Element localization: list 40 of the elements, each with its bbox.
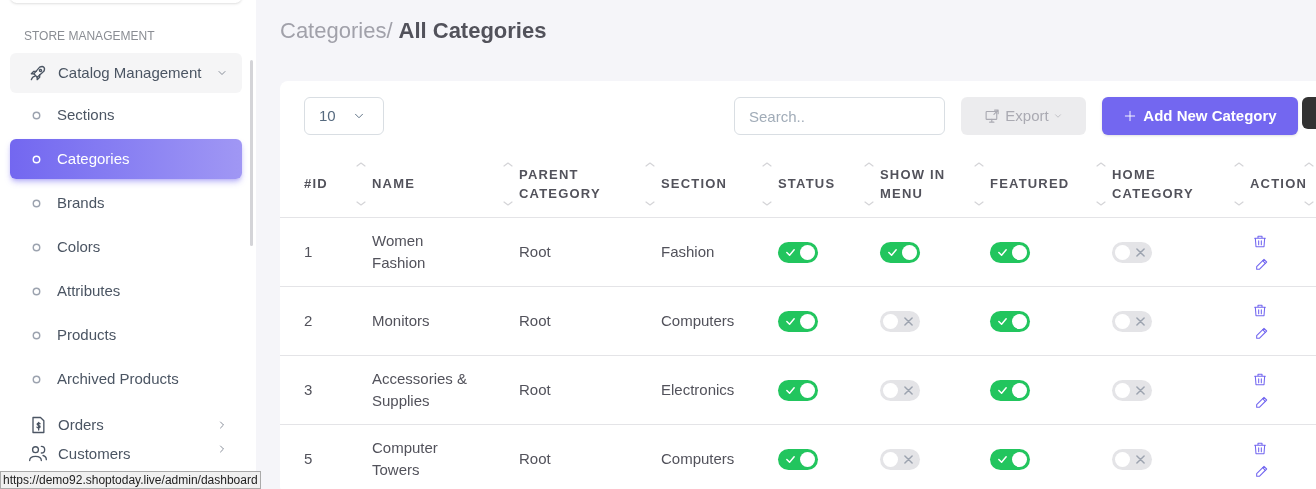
nav-subitem[interactable]: Attributes [10,271,242,311]
nav-subitem[interactable]: Sections [10,95,242,135]
table-cell-text: Electronics [661,380,736,400]
nav-subitem[interactable]: Products [10,315,242,355]
nav-subitem[interactable]: Brands [10,183,242,223]
nav-item[interactable]: Catalog Management [10,53,242,93]
table-cell-text: Monitors [372,311,431,331]
nav-subitem[interactable]: Colors [10,227,242,267]
table-cell-text: Computer Towers [372,438,439,480]
column-header[interactable]: FEATURED [990,174,1070,193]
add-category-button[interactable]: Add New Category [1102,97,1298,135]
nav-subitem[interactable]: Categories [10,139,242,179]
page-size-select[interactable]: 10 [304,97,384,135]
url-tooltip: https://demo92.shoptoday.live/admin/dashboard [0,471,261,489]
nav-subitem[interactable]: Archived Products [10,359,242,399]
table-cell-text: Accessories & Supplies [372,369,469,411]
table-cell-text: Root [519,449,552,469]
column-header[interactable]: PARENT CATEGORY [519,164,609,203]
table-cell-text: Root [519,311,552,331]
table-cell-text: 1 [304,242,314,262]
table-cell-text: Computers [661,311,736,331]
table-cell-text: 2 [304,311,314,331]
table-cell-text: Root [519,242,552,262]
search-field[interactable]: Search.. [734,97,945,135]
column-header[interactable]: ACTION [1250,174,1308,193]
column-header[interactable]: HOME CATEGORY [1112,164,1202,203]
nav-item[interactable]: Orders [10,405,242,445]
table-cell-text: Fashion [661,242,716,262]
column-header[interactable]: STATUS [778,174,836,193]
table-cell-text: 3 [304,380,314,400]
table-cell-text: Computers [661,449,736,469]
column-header[interactable]: #ID [304,174,328,193]
column-header[interactable]: SHOW IN MENU [880,164,960,203]
table-cell-text: Root [519,380,552,400]
column-header[interactable]: SECTION [661,174,728,193]
column-header[interactable]: NAME [372,174,416,193]
section-title: STORE MANAGEMENT [23,28,156,45]
table-cell-text: 5 [304,449,314,469]
table-cell-text: Women Fashion [372,231,427,273]
page-title: All Categories [398,17,547,45]
